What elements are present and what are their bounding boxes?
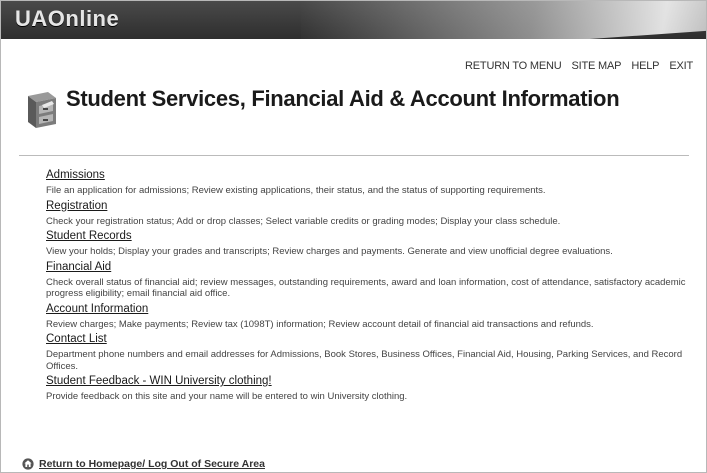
registration-description: Check your registration status; Add or d… — [46, 215, 561, 227]
return-home-link[interactable]: Return to Homepage/ Log Out of Secure Ar… — [22, 458, 265, 470]
page-title: Student Services, Financial Aid & Accoun… — [66, 86, 620, 111]
student-records-link[interactable]: Student Records — [46, 229, 686, 244]
menu-item-student-records: Student Records View your holds; Display… — [46, 229, 686, 258]
menu-item-account-information: Account Information Review charges; Make… — [46, 302, 686, 331]
return-to-menu-link[interactable]: RETURN TO MENU — [465, 60, 562, 72]
financial-aid-link[interactable]: Financial Aid — [46, 260, 686, 275]
help-link[interactable]: HELP — [631, 60, 659, 72]
file-cabinet-icon — [28, 92, 56, 128]
account-information-link[interactable]: Account Information — [46, 302, 686, 317]
financial-aid-description: Check overall status of financial aid; r… — [46, 276, 686, 300]
exit-link[interactable]: EXIT — [669, 60, 693, 72]
menu-item-contact-list: Contact List Department phone numbers an… — [46, 332, 686, 372]
student-records-description: View your holds; Display your grades and… — [46, 246, 613, 257]
admissions-link[interactable]: Admissions — [46, 168, 686, 183]
home-icon — [22, 458, 34, 470]
title-divider — [19, 155, 689, 156]
menu-item-registration: Registration Check your registration sta… — [46, 199, 686, 228]
site-logo[interactable]: UAOnline — [15, 6, 119, 32]
top-navigation: RETURN TO MENU SITE MAP HELP EXIT — [458, 60, 693, 72]
menu-item-financial-aid: Financial Aid Check overall status of fi… — [46, 260, 686, 300]
banner-swoosh — [301, 1, 706, 39]
menu-item-admissions: Admissions File an application for admis… — [46, 168, 686, 197]
admissions-description: File an application for admissions; Revi… — [46, 185, 546, 196]
menu-item-student-feedback: Student Feedback - WIN University clothi… — [46, 374, 686, 403]
header-banner: UAOnline — [1, 1, 706, 39]
student-feedback-description: Provide feedback on this site and your n… — [46, 391, 408, 402]
return-home-label: Return to Homepage/ Log Out of Secure Ar… — [39, 458, 265, 470]
account-information-description: Review charges; Make payments; Review ta… — [46, 318, 594, 330]
title-bar: Student Services, Financial Aid & Accoun… — [22, 80, 692, 130]
services-menu: Admissions File an application for admis… — [46, 168, 686, 405]
site-map-link[interactable]: SITE MAP — [572, 60, 622, 72]
contact-list-link[interactable]: Contact List — [46, 332, 686, 347]
registration-link[interactable]: Registration — [46, 199, 686, 214]
contact-list-description: Department phone numbers and email addre… — [46, 349, 683, 372]
student-feedback-link[interactable]: Student Feedback - WIN University clothi… — [46, 374, 686, 389]
